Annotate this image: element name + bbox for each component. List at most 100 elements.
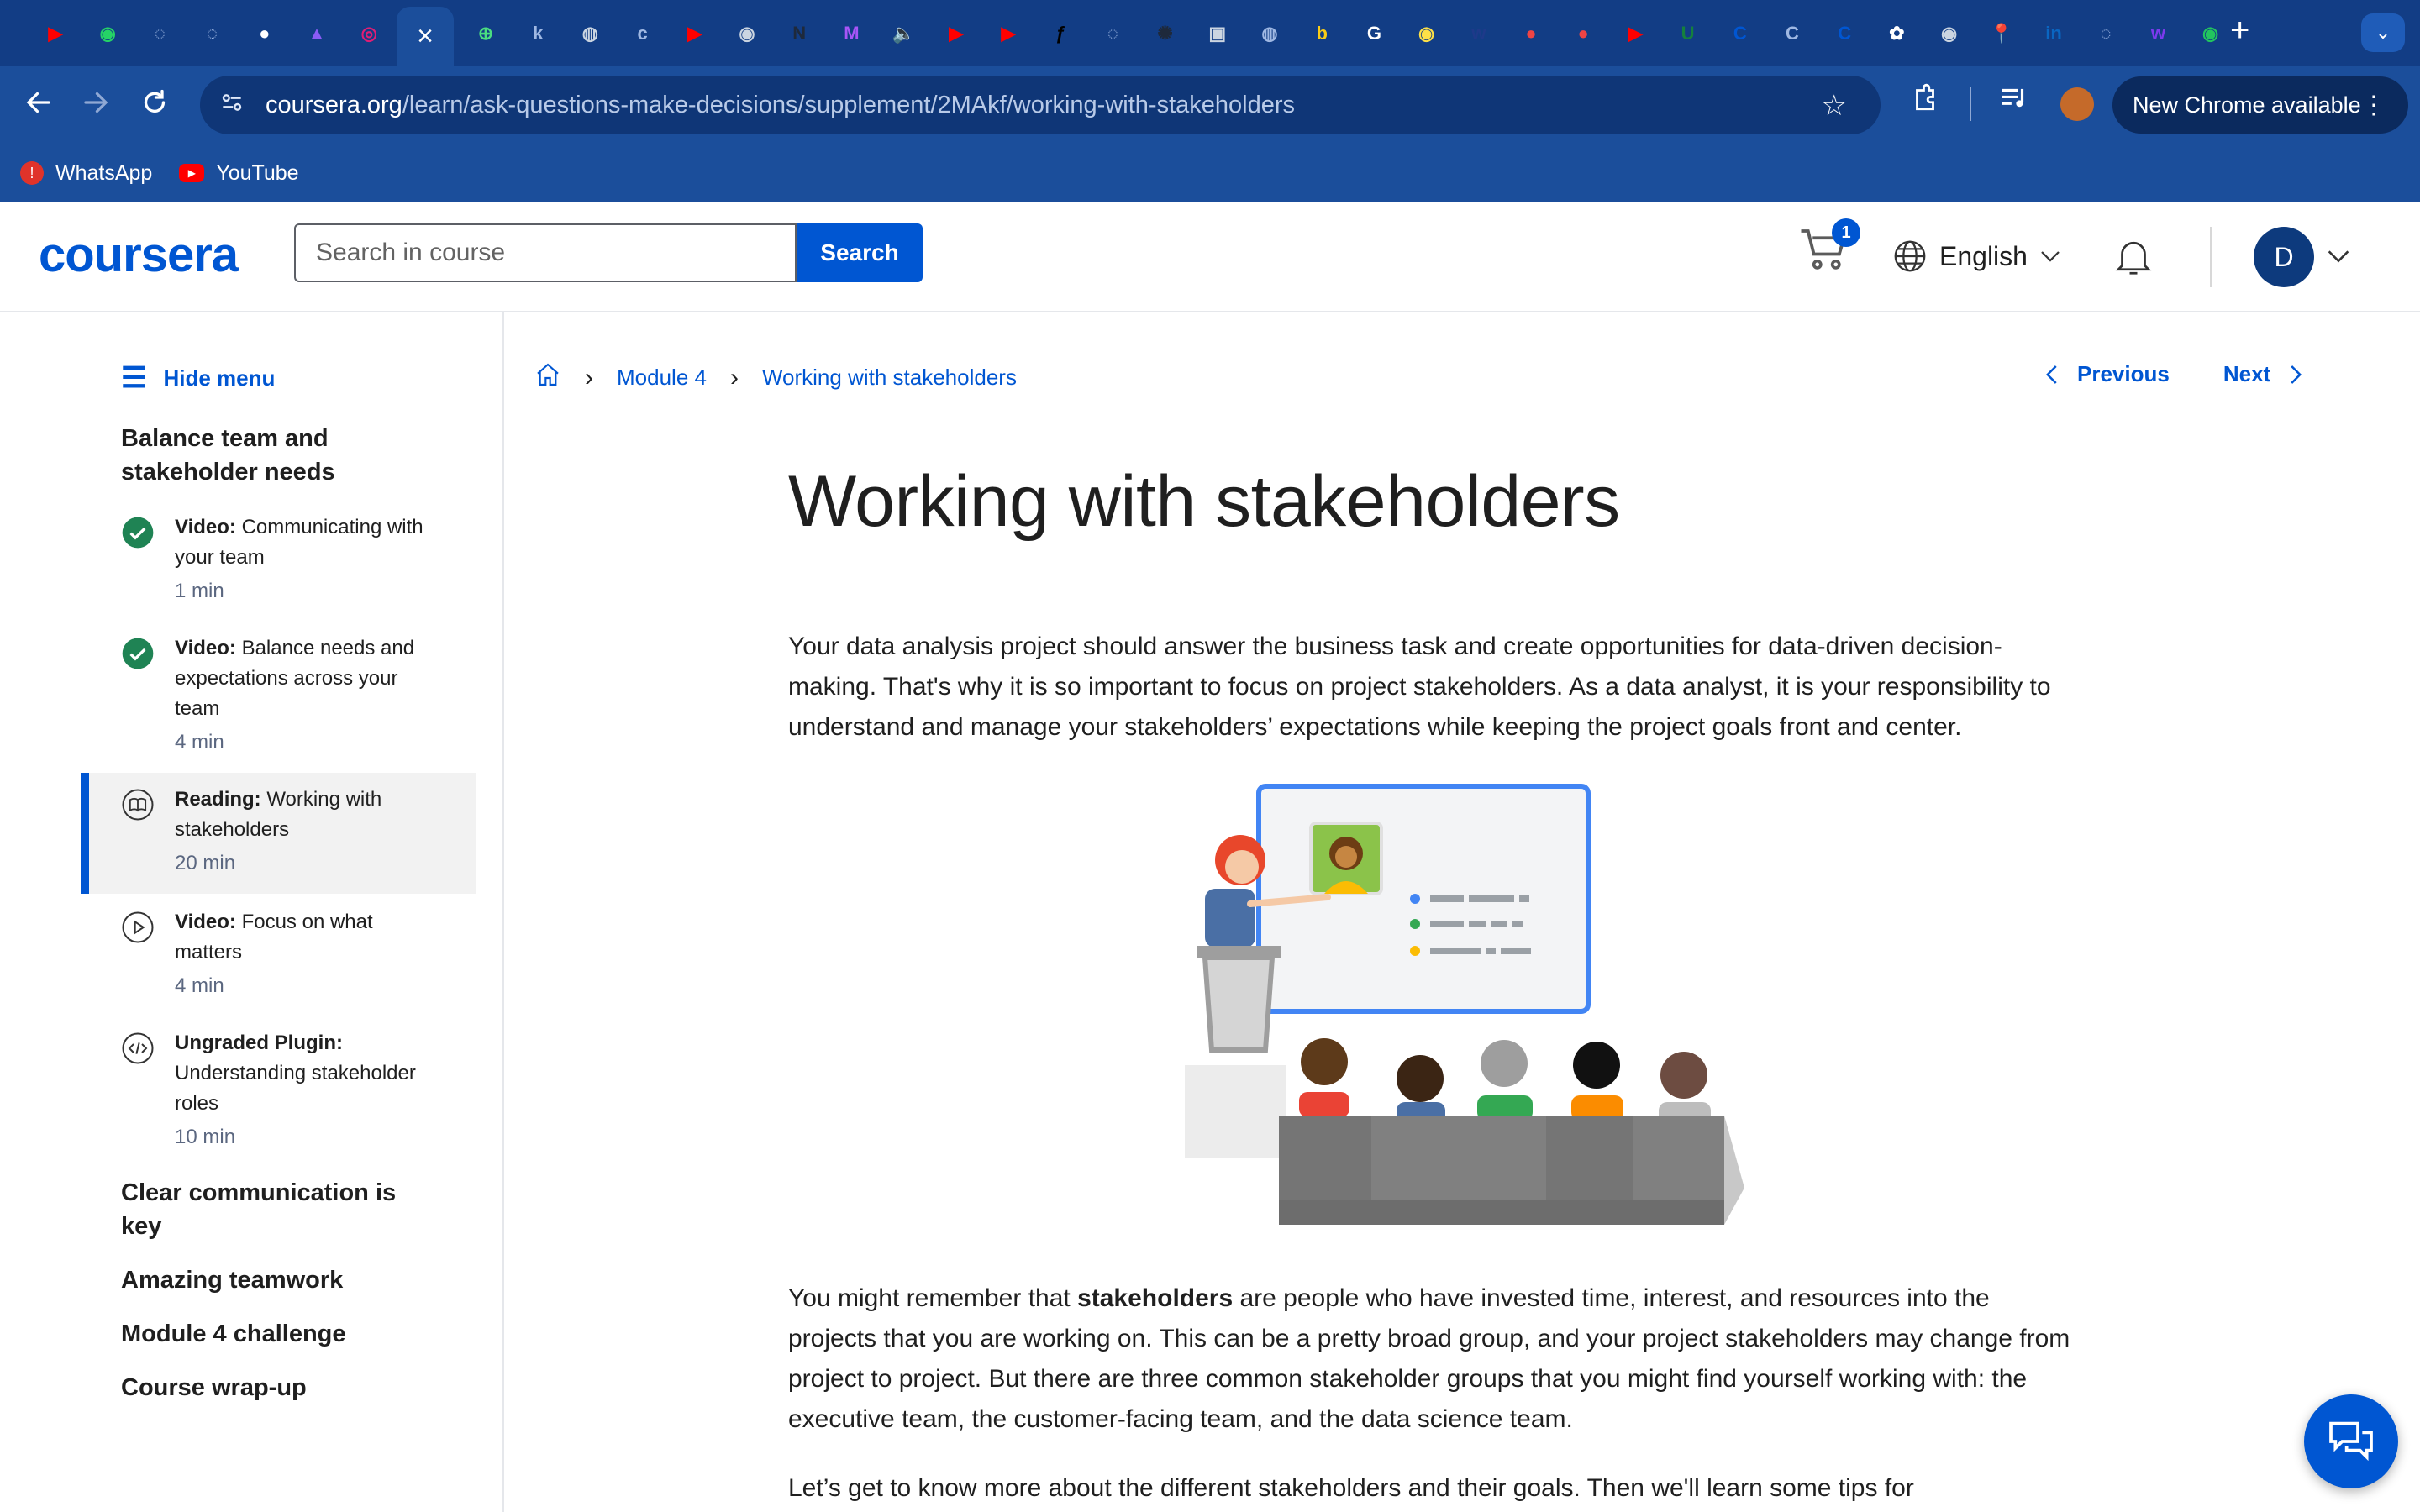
app-icon[interactable]: w [2139, 15, 2176, 52]
update-chrome-button[interactable]: New Chrome available ⋮ [2112, 76, 2408, 134]
app-icon[interactable]: ◎ [350, 15, 387, 52]
maps-icon[interactable]: 📍 [1983, 15, 2020, 52]
app-icon[interactable]: ◍ [1251, 15, 1288, 52]
bookmark-label: YouTube [216, 160, 299, 185]
search-input[interactable] [294, 223, 797, 282]
app-icon[interactable]: ◉ [1931, 15, 1968, 52]
chat-assistant-button[interactable] [2304, 1394, 2398, 1488]
youtube-icon[interactable]: ▶ [1617, 15, 1654, 52]
item-kind: Video: [175, 637, 236, 659]
m-app-icon[interactable]: M [833, 15, 870, 52]
coursera-icon[interactable]: C [1774, 15, 1811, 52]
section-module-4-challenge[interactable]: Module 4 challenge [121, 1317, 440, 1351]
breadcrumb-module[interactable]: Module 4 [617, 365, 707, 391]
sidebar-item-balance-needs[interactable]: Video: Balance needs and expectations ac… [81, 633, 476, 768]
site-info-icon[interactable] [218, 89, 252, 122]
google-icon[interactable]: G [1355, 15, 1392, 52]
spinner-icon[interactable]: ◌ [1094, 15, 1131, 52]
next-button[interactable]: Next [2223, 361, 2307, 387]
url-text[interactable]: coursera.org/learn/ask-questions-make-de… [266, 92, 1295, 119]
youtube-icon[interactable]: ▶ [676, 15, 713, 52]
item-duration: 1 min [175, 580, 224, 602]
video-icon[interactable]: ▣ [1199, 15, 1236, 52]
tab-search-button[interactable]: ⌄ [2361, 13, 2405, 52]
browser-chrome: ▶ ◉ ◌ ◌ ● ▲ ◎ × ⊕ k ◍ c ▶ ◉ N M 🔈 ▶ ▶ ƒ ◌ ✺ ▣ ◍ b G ◉ w ● ● ▶ U C C C ✿ ◉ 📍… [0, 0, 2420, 202]
item-kind: Video: [175, 516, 236, 538]
profile-avatar-icon[interactable] [2060, 87, 2094, 121]
item-duration: 10 min [175, 1126, 236, 1148]
back-arrow-icon[interactable] [24, 87, 54, 124]
lesson-title[interactable]: Balance team and stakeholder needs [121, 422, 440, 489]
app-icon[interactable]: ▲ [298, 15, 335, 52]
app-icon[interactable]: ƒ [1042, 15, 1079, 52]
close-tab-icon[interactable]: × [417, 20, 434, 53]
address-bar[interactable]: coursera.org/learn/ask-questions-make-de… [200, 76, 1881, 134]
new-tab-button[interactable]: + [2230, 12, 2249, 50]
home-icon[interactable] [534, 361, 561, 394]
app-icon[interactable]: ● [1512, 15, 1549, 52]
app-icon[interactable]: ◉ [729, 15, 765, 52]
language-selector[interactable]: English [1891, 237, 2063, 276]
linkedin-icon[interactable]: in [2035, 15, 2072, 52]
k-app-icon[interactable]: k [519, 15, 556, 52]
spinner-icon[interactable]: ◌ [194, 15, 231, 52]
para2-before: You might remember that [788, 1284, 1078, 1312]
hide-menu-button[interactable]: ☰ Hide menu [121, 361, 275, 395]
bookmark-whatsapp[interactable]: ! WhatsApp [20, 161, 152, 186]
previous-button[interactable]: Previous [2040, 361, 2170, 387]
sidebar-item-communicating[interactable]: Video: Communicating with your team 1 mi… [81, 512, 476, 622]
media-control-icon[interactable] [1998, 82, 2030, 122]
section-amazing-teamwork[interactable]: Amazing teamwork [121, 1263, 440, 1297]
app-icon[interactable]: ✺ [1147, 15, 1184, 52]
youtube-icon[interactable]: ▶ [37, 15, 74, 52]
globe-icon[interactable]: ◍ [571, 15, 608, 52]
page-title: Working with stakeholders [788, 461, 1620, 542]
extensions-icon[interactable] [1909, 82, 1941, 122]
coursera-logo[interactable]: coursera [39, 227, 239, 283]
reload-icon[interactable] [139, 87, 170, 124]
github-icon[interactable]: ● [246, 15, 283, 52]
item-duration: 20 min [175, 852, 236, 874]
sidebar-item-working-with-stakeholders[interactable]: Reading: Working with stakeholders 20 mi… [81, 773, 476, 894]
section-course-wrap-up[interactable]: Course wrap-up [121, 1371, 440, 1404]
speaker-icon[interactable]: 🔈 [886, 15, 923, 52]
c-app-icon[interactable]: c [624, 15, 661, 52]
chat-bubbles-icon [2329, 1421, 2373, 1462]
hamburger-icon: ☰ [121, 362, 147, 394]
chevron-down-icon [2041, 251, 2060, 262]
forward-arrow-icon[interactable] [81, 87, 111, 124]
bookmark-star-icon[interactable]: ☆ [1822, 89, 1847, 123]
whatsapp-icon[interactable]: ◉ [89, 15, 126, 52]
bookmark-youtube[interactable]: ▶ YouTube [179, 160, 299, 186]
youtube-icon[interactable]: ▶ [990, 15, 1027, 52]
openai-icon[interactable]: ✿ [1878, 15, 1915, 52]
app-icon[interactable]: N [781, 15, 818, 52]
app-icon[interactable]: ◉ [2192, 15, 2229, 52]
my-unt-icon[interactable]: U [1670, 15, 1707, 52]
app-icon[interactable]: ● [1565, 15, 1602, 52]
section-clear-communication[interactable]: Clear communication is key [121, 1176, 440, 1243]
search-button[interactable]: Search [797, 223, 923, 282]
globe-icon [1894, 240, 1926, 272]
sidebar-item-stakeholder-roles-plugin[interactable]: Ungraded Plugin: Understanding stakehold… [81, 1028, 476, 1171]
more-options-icon[interactable]: ⋮ [2361, 91, 2386, 120]
breadcrumb-current[interactable]: Working with stakeholders [762, 365, 1017, 391]
plus-app-icon[interactable]: ⊕ [467, 15, 504, 52]
update-label: New Chrome available [2133, 92, 2361, 118]
bookmarks-bar: ! WhatsApp ▶ YouTube [0, 151, 299, 195]
spinner-icon[interactable]: ◌ [2087, 15, 2124, 52]
user-avatar[interactable]: D [2254, 227, 2314, 287]
app-icon[interactable]: w [1460, 15, 1497, 52]
sidebar-item-focus-on-what-matters[interactable]: Video: Focus on what matters 4 min [81, 907, 476, 1016]
account-menu-chevron-icon[interactable] [2324, 242, 2353, 275]
youtube-icon[interactable]: ▶ [938, 15, 975, 52]
coursera-icon[interactable]: C [1826, 15, 1863, 52]
b-app-icon[interactable]: b [1303, 15, 1340, 52]
chevron-left-icon [2045, 365, 2057, 384]
app-icon[interactable]: ◉ [1408, 15, 1445, 52]
coursera-icon[interactable]: C [1722, 15, 1759, 52]
spinner-icon[interactable]: ◌ [141, 15, 178, 52]
active-tab[interactable]: × [397, 7, 454, 66]
notifications-bell-icon[interactable] [2111, 234, 2156, 283]
previous-label: Previous [2077, 361, 2170, 386]
